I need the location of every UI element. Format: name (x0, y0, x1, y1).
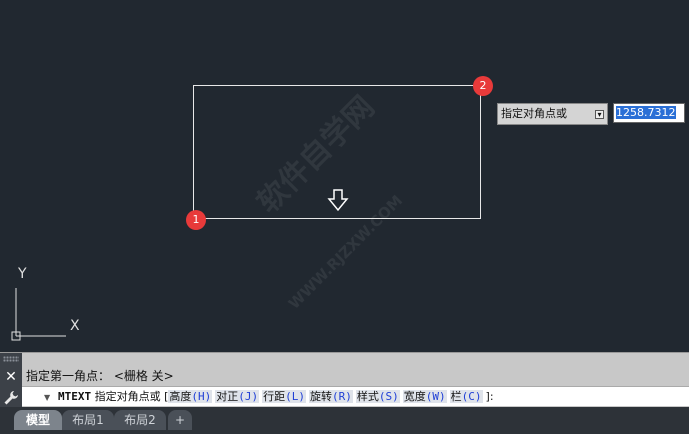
option-line-spacing[interactable]: 行距(L) (262, 390, 307, 403)
option-justify-key: (J) (238, 390, 259, 403)
option-columns-key: (C) (461, 390, 482, 403)
option-line-spacing-key: (L) (285, 390, 306, 403)
tab-layout2[interactable]: 布局2 (114, 410, 166, 430)
option-style-key: (S) (378, 390, 399, 403)
option-style[interactable]: 样式(S) (355, 390, 400, 403)
opposite-corner-marker: 2 (473, 76, 493, 96)
command-line-grip[interactable]: ✕ (0, 353, 22, 408)
command-history-line: 指定第一角点： <栅格 关> (26, 369, 174, 383)
dynamic-input-label: 指定对角点或 (501, 107, 567, 120)
option-rotation[interactable]: 旋转(R) (309, 390, 353, 403)
wrench-icon[interactable] (3, 390, 19, 406)
command-line-panel: ✕ 指定第一角点： <栅格 关> ▼ MTEXT 指定对角点或 [高度(H) 对正(… (0, 352, 689, 408)
close-icon[interactable]: ✕ (2, 368, 20, 386)
layout-tab-bar: 模型 布局1 布局2 + (0, 407, 689, 434)
option-columns-label: 栏 (450, 390, 462, 403)
grip-dots[interactable] (3, 356, 19, 362)
ucs-x-label: X (70, 318, 80, 334)
first-corner-marker: 1 (186, 210, 206, 230)
dynamic-input-value: 1258.7312 (616, 106, 676, 119)
option-style-label: 样式 (356, 390, 379, 403)
option-width[interactable]: 宽度(W) (402, 390, 447, 403)
option-rotation-key: (R) (332, 390, 352, 403)
dynamic-input-prompt[interactable]: 指定对角点或 ▾ (497, 103, 608, 125)
options-dropdown-icon[interactable]: ▾ (595, 110, 604, 119)
option-width-label: 宽度 (403, 390, 426, 403)
drawing-canvas[interactable]: 软件自学网 WWW.RJZXW.COM 1 2 指定对角点或 ▾ 1258.73… (0, 0, 689, 352)
down-arrow-cursor-icon (327, 189, 349, 212)
option-height[interactable]: 高度(H) (168, 390, 213, 403)
tab-model[interactable]: 模型 (14, 410, 62, 430)
command-input[interactable]: ▼ MTEXT 指定对角点或 [高度(H) 对正(J) 行距(L) 旋转(R) 样式(S)… (22, 386, 689, 406)
chevron-down-icon[interactable]: ▼ (44, 388, 52, 407)
option-justify[interactable]: 对正(J) (215, 390, 260, 403)
option-height-label: 高度 (169, 390, 192, 403)
option-justify-label: 对正 (216, 390, 239, 403)
option-rotation-label: 旋转 (310, 390, 333, 403)
command-prompt: 指定对角点或 (94, 390, 161, 403)
tab-layout1[interactable]: 布局1 (62, 410, 114, 430)
option-height-key: (H) (191, 390, 212, 403)
option-line-spacing-label: 行距 (263, 390, 286, 403)
ucs-y-label: Y (18, 266, 27, 282)
command-name: MTEXT (58, 390, 92, 403)
option-columns[interactable]: 栏(C) (449, 390, 483, 403)
dynamic-input-field[interactable]: 1258.7312 (613, 103, 685, 123)
option-width-key: (W) (425, 390, 446, 403)
options-close: ]: (485, 390, 494, 403)
add-layout-button[interactable]: + (168, 410, 192, 430)
